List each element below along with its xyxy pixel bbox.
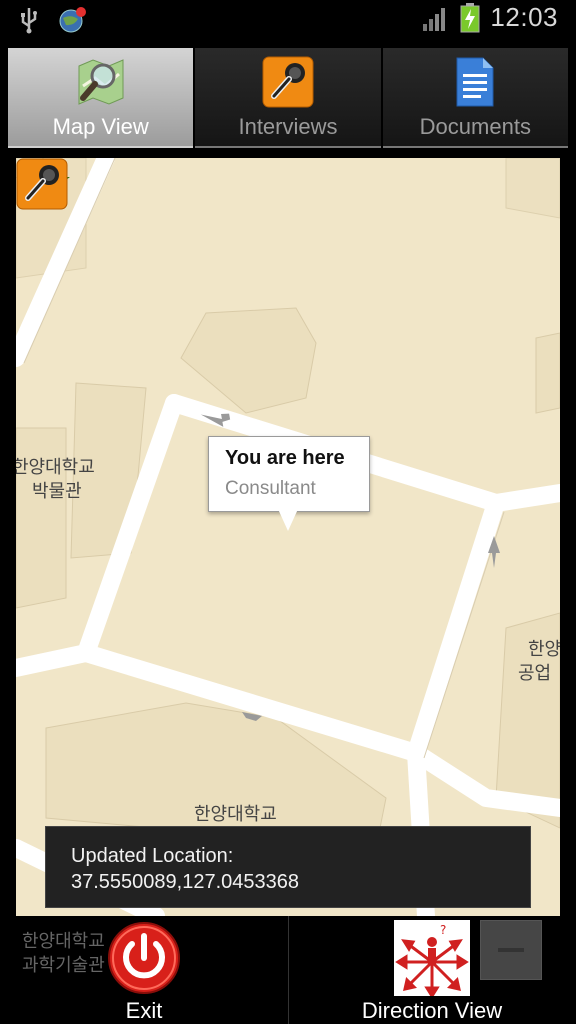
direction-view-label: Direction View xyxy=(361,998,503,1023)
status-bar: 12:03 xyxy=(0,0,576,40)
map-search-icon xyxy=(78,59,124,105)
map-place-label: 한양대학교 박물관 xyxy=(16,456,95,504)
callout-pointer xyxy=(278,509,298,531)
zoom-out-button[interactable] xyxy=(480,920,542,980)
microphone-icon[interactable] xyxy=(16,158,68,210)
usb-icon xyxy=(21,8,37,34)
exit-button[interactable]: Exit xyxy=(0,916,288,1024)
tab-label: Map View xyxy=(52,114,149,139)
map-place-label: 한양 공업 xyxy=(518,638,560,686)
clock: 12:03 xyxy=(490,2,558,32)
toast-line: Updated Location: xyxy=(71,845,234,867)
tab-label: Interviews xyxy=(238,114,338,139)
map-background xyxy=(16,158,560,916)
tab-documents[interactable]: Documents xyxy=(382,48,568,148)
map-view[interactable]: 한양대학교 박물관 한양 공업 한양대학교 You are here Consu… xyxy=(16,158,560,916)
exit-label: Exit xyxy=(125,998,163,1023)
status-bar-left xyxy=(18,6,88,34)
minus-icon xyxy=(498,948,524,952)
callout-title: You are here xyxy=(225,447,345,469)
signal-icon xyxy=(423,7,446,31)
document-icon xyxy=(456,57,494,107)
toast-coordinates: 37.5550089,127.0453368 xyxy=(71,871,300,893)
microphone-icon xyxy=(262,56,314,108)
map-place-label-line: 박물관 xyxy=(32,481,82,502)
map-place-label-line: 공업 xyxy=(518,663,552,684)
power-icon xyxy=(108,922,180,994)
battery-charging-icon xyxy=(460,2,480,32)
status-bar-right: 12:03 xyxy=(422,2,558,33)
tab-interviews[interactable]: Interviews xyxy=(195,48,381,148)
tab-label: Documents xyxy=(419,114,531,139)
location-toast: Updated Location: 37.5550089,127.0453368 xyxy=(45,826,531,908)
location-callout[interactable]: You are here Consultant xyxy=(208,436,370,512)
globe-notification-icon xyxy=(59,7,86,33)
tab-bar: Map View Interviews Documents xyxy=(8,48,568,148)
tab-map-view[interactable]: Map View xyxy=(8,48,194,148)
map-place-label-line: 한양대학교 xyxy=(16,457,95,478)
svg-text:?: ? xyxy=(440,923,446,937)
map-place-label-line: 한양 xyxy=(528,639,560,660)
direction-arrows-icon: ? xyxy=(394,920,470,996)
map-place-label: 한양대학교 xyxy=(194,804,277,825)
callout-subtitle: Consultant xyxy=(225,478,316,499)
